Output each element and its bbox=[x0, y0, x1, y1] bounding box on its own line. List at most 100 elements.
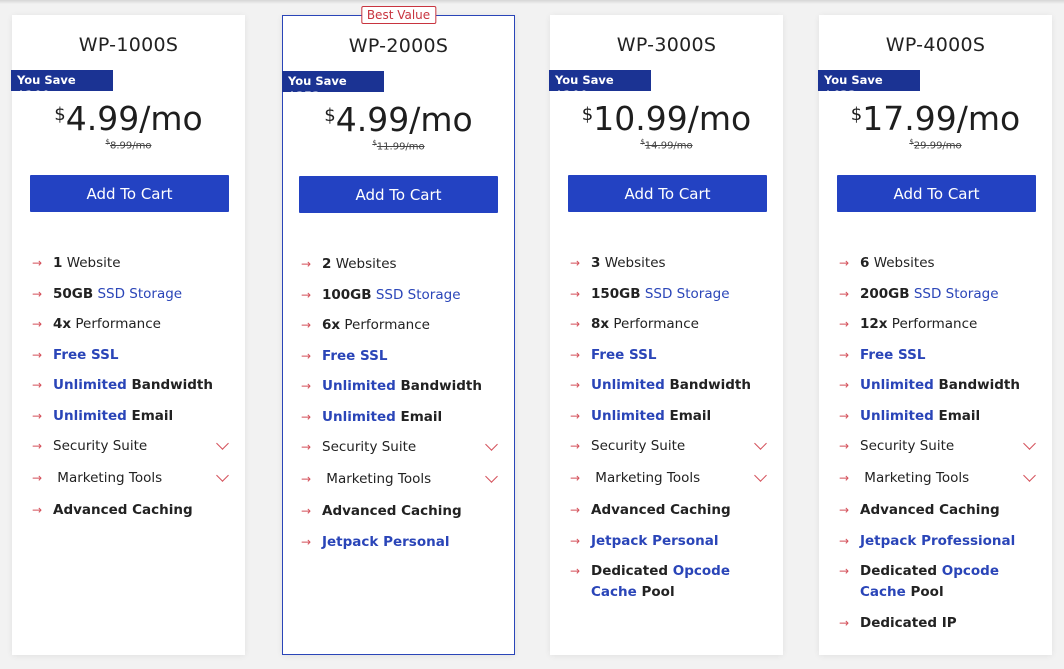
feature-label: Pool bbox=[636, 584, 675, 600]
feature-label: Dedicated IP bbox=[860, 614, 957, 631]
arrow-right-icon: → bbox=[301, 318, 312, 332]
arrow-right-icon: → bbox=[839, 471, 850, 485]
feature-label: Email bbox=[664, 407, 712, 424]
feature-label: Dedicated bbox=[860, 563, 942, 579]
arrow-right-icon: → bbox=[301, 534, 312, 549]
arrow-right-icon: → bbox=[570, 408, 581, 423]
feature-label: Performance bbox=[340, 317, 430, 333]
savings-badge: You Save $432 bbox=[818, 70, 920, 102]
price-value: 4.99/mo bbox=[335, 100, 473, 139]
feature-label: Advanced Caching bbox=[53, 502, 193, 518]
security-suite-toggle[interactable]: → Security Suite bbox=[301, 437, 500, 458]
security-suite-toggle[interactable]: → Security Suite bbox=[570, 436, 769, 457]
free-ssl-link[interactable]: Free SSL bbox=[322, 348, 387, 364]
arrow-right-icon: → bbox=[32, 439, 43, 453]
feature-performance: → 4x Performance bbox=[32, 314, 231, 335]
feature-performance: → 8x Performance bbox=[570, 314, 769, 335]
arrow-right-icon: → bbox=[839, 408, 850, 423]
feature-email: → Unlimited Email bbox=[301, 407, 500, 428]
ssd-storage-link[interactable]: SSD Storage bbox=[910, 286, 999, 302]
jetpack-link[interactable]: Jetpack Personal bbox=[322, 534, 449, 550]
add-to-cart-button[interactable]: Add To Cart bbox=[837, 175, 1036, 212]
chevron-down-icon[interactable] bbox=[1023, 437, 1036, 450]
chevron-down-icon[interactable] bbox=[754, 437, 767, 450]
feature-jetpack: → Jetpack Personal bbox=[570, 531, 769, 552]
marketing-tools-toggle[interactable]: → Marketing Tools bbox=[301, 469, 500, 490]
feature-caching: → Advanced Caching bbox=[32, 500, 231, 521]
feature-list: → 6 Websites → 200GB SSD Storage → 12x Perf… bbox=[839, 253, 1038, 643]
original-price: $29.99/mo bbox=[819, 138, 1052, 151]
ssd-storage-link[interactable]: SSD Storage bbox=[93, 286, 182, 302]
ssd-storage-link[interactable]: SSD Storage bbox=[641, 286, 730, 302]
arrow-right-icon: → bbox=[301, 440, 312, 454]
feature-value: 6 bbox=[860, 255, 870, 271]
feature-ssl: → Free SSL bbox=[301, 346, 500, 367]
free-ssl-link[interactable]: Free SSL bbox=[860, 347, 925, 363]
arrow-right-icon: → bbox=[32, 408, 43, 423]
arrow-right-icon: → bbox=[301, 379, 312, 393]
old-price-value: 8.99/mo bbox=[109, 140, 152, 152]
feature-jetpack: → Jetpack Personal bbox=[301, 532, 500, 553]
unlimited-link[interactable]: Unlimited bbox=[322, 378, 396, 394]
arrow-right-icon: → bbox=[839, 286, 850, 301]
feature-opcode: → Dedicated Opcode Cache Pool bbox=[839, 561, 1038, 603]
plan-price: $4.99/mo bbox=[283, 100, 514, 140]
plan-title: WP-2000S bbox=[348, 35, 449, 57]
security-suite-toggle[interactable]: → Security Suite bbox=[32, 436, 231, 457]
feature-value: 2 bbox=[322, 256, 332, 272]
unlimited-link[interactable]: Unlimited bbox=[591, 377, 665, 393]
currency-symbol: $ bbox=[850, 104, 863, 125]
unlimited-link[interactable]: Unlimited bbox=[53, 377, 127, 393]
arrow-right-icon: → bbox=[570, 564, 581, 578]
feature-ssl: → Free SSL bbox=[32, 345, 231, 366]
feature-storage: → 150GB SSD Storage bbox=[570, 284, 769, 305]
plan-price: $4.99/mo bbox=[12, 99, 245, 139]
ssd-storage-link[interactable]: SSD Storage bbox=[372, 287, 461, 303]
feature-label: Websites bbox=[600, 255, 666, 271]
old-price-value: 11.99/mo bbox=[376, 141, 425, 153]
unlimited-link[interactable]: Unlimited bbox=[860, 377, 934, 393]
free-ssl-link[interactable]: Free SSL bbox=[591, 347, 656, 363]
arrow-right-icon: → bbox=[839, 439, 850, 453]
unlimited-link[interactable]: Unlimited bbox=[591, 408, 665, 424]
feature-list: → 1 Website → 50GB SSD Storage → 4x Perform… bbox=[32, 253, 231, 531]
chevron-down-icon[interactable] bbox=[216, 437, 229, 450]
feature-dedicated-ip: → Dedicated IP bbox=[839, 613, 1038, 634]
add-to-cart-button[interactable]: Add To Cart bbox=[30, 175, 229, 212]
marketing-tools-toggle[interactable]: → Marketing Tools bbox=[32, 468, 231, 489]
feature-label: Dedicated bbox=[591, 563, 673, 579]
chevron-down-icon[interactable] bbox=[216, 469, 229, 482]
jetpack-link[interactable]: Jetpack Professional bbox=[860, 533, 1015, 549]
savings-badge: You Save $144 bbox=[549, 70, 651, 102]
arrow-right-icon: → bbox=[570, 439, 581, 453]
best-value-badge: Best Value bbox=[360, 6, 437, 24]
chevron-down-icon[interactable] bbox=[754, 469, 767, 482]
feature-label: Marketing Tools bbox=[864, 470, 970, 486]
feature-value: 12x bbox=[860, 316, 888, 332]
arrow-right-icon: → bbox=[301, 504, 312, 518]
chevron-down-icon[interactable] bbox=[485, 438, 498, 451]
chevron-down-icon[interactable] bbox=[1023, 469, 1036, 482]
feature-email: → Unlimited Email bbox=[839, 406, 1038, 427]
arrow-right-icon: → bbox=[839, 533, 850, 548]
marketing-tools-toggle[interactable]: → Marketing Tools bbox=[570, 468, 769, 489]
unlimited-link[interactable]: Unlimited bbox=[322, 409, 396, 425]
add-to-cart-button[interactable]: Add To Cart bbox=[299, 176, 498, 213]
arrow-right-icon: → bbox=[301, 409, 312, 424]
feature-storage: → 100GB SSD Storage bbox=[301, 285, 500, 306]
security-suite-toggle[interactable]: → Security Suite bbox=[839, 436, 1038, 457]
feature-label: Performance bbox=[887, 316, 978, 332]
feature-storage: → 50GB SSD Storage bbox=[32, 284, 231, 305]
add-to-cart-button[interactable]: Add To Cart bbox=[568, 175, 767, 212]
feature-ssl: → Free SSL bbox=[839, 345, 1038, 366]
feature-email: → Unlimited Email bbox=[570, 406, 769, 427]
marketing-tools-toggle[interactable]: → Marketing Tools bbox=[839, 468, 1038, 489]
feature-email: → Unlimited Email bbox=[32, 406, 231, 427]
chevron-down-icon[interactable] bbox=[485, 470, 498, 483]
feature-value: 150GB bbox=[591, 285, 641, 302]
old-price-value: 14.99/mo bbox=[644, 140, 693, 152]
unlimited-link[interactable]: Unlimited bbox=[53, 408, 127, 424]
jetpack-link[interactable]: Jetpack Personal bbox=[591, 533, 718, 549]
free-ssl-link[interactable]: Free SSL bbox=[53, 347, 118, 363]
unlimited-link[interactable]: Unlimited bbox=[860, 408, 934, 424]
